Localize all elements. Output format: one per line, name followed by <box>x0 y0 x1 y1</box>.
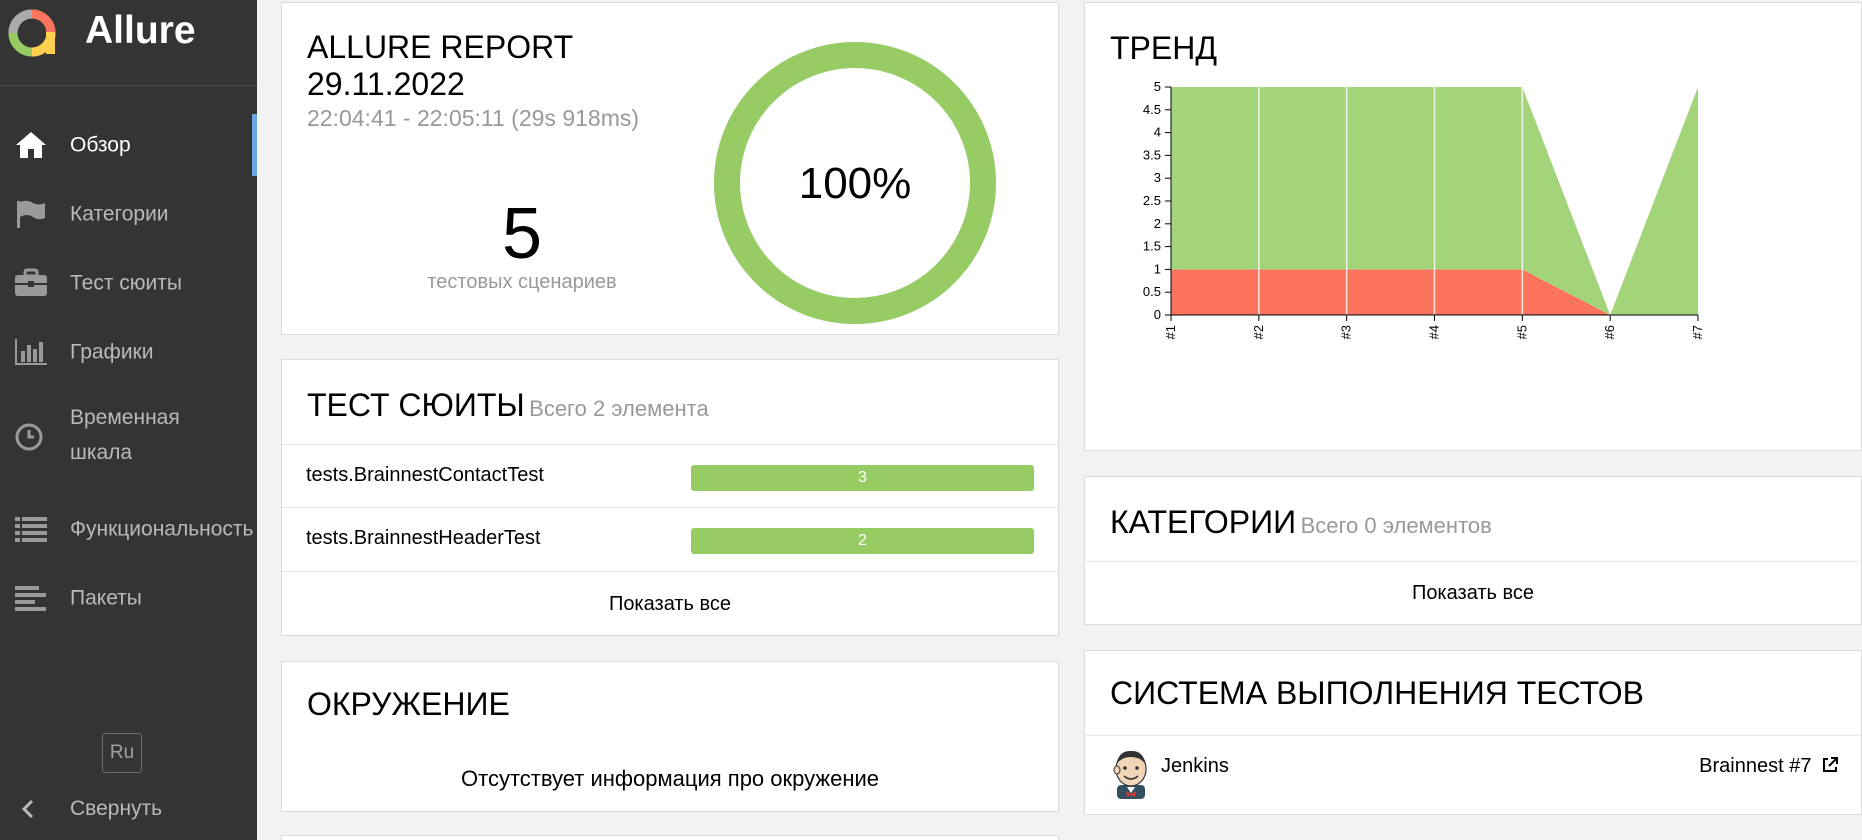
test-count: 5 <box>501 194 543 274</box>
report-time-range: 22:04:41 - 22:05:11 (29s 918ms) <box>307 105 640 131</box>
trend-y-tick-label: 0 <box>1154 307 1161 322</box>
briefcase-icon <box>15 268 47 296</box>
categories-subtitle: Всего 0 элементов <box>1300 513 1492 538</box>
sidebar-item-packages[interactable]: Пакеты <box>0 567 257 629</box>
sidebar-item-timeline[interactable]: Временная шкала <box>0 400 257 480</box>
success-donut[interactable]: 100% <box>713 41 997 325</box>
sidebar-item-label: Графики <box>70 340 154 364</box>
sidebar-item-categories[interactable]: Категории <box>0 183 257 245</box>
trend-y-tick-label: 3 <box>1154 170 1161 185</box>
executor-name: Jenkins <box>1161 755 1229 777</box>
sidebar-item-label: Функциональность <box>70 517 254 541</box>
trend-x-tick-label: #5 <box>1514 325 1529 339</box>
trend-y-tick-label: 3.5 <box>1143 147 1161 162</box>
brand[interactable]: Allure <box>0 0 257 86</box>
summary-card: ALLURE REPORT 29.11.2022 22:04:41 - 22:0… <box>281 2 1059 335</box>
trend-y-tick-label: 2.5 <box>1143 193 1161 208</box>
sidebar-item-suites[interactable]: Тест сюиты <box>0 252 257 314</box>
external-link-icon <box>1823 757 1838 772</box>
language-button[interactable]: Ru <box>102 733 142 773</box>
report-title: ALLURE REPORT 29.11.2022 <box>307 29 574 102</box>
allure-logo-icon <box>8 9 56 57</box>
suites-title: ТЕСТ СЮИТЫ <box>307 387 525 423</box>
suite-name: tests.BrainnestHeaderTest <box>306 527 541 549</box>
sidebar-item-label: Пакеты <box>70 586 142 610</box>
environment-card: ОКРУЖЕНИЕ Отсутствует информация про окр… <box>281 661 1059 812</box>
sidebar-item-overview[interactable]: Обзор <box>0 114 257 176</box>
trend-y-tick-label: 4.5 <box>1143 102 1161 117</box>
executors-title: СИСТЕМА ВЫПОЛНЕНИЯ ТЕСТОВ <box>1110 675 1644 711</box>
divider <box>1085 561 1861 562</box>
categories-title: КАТЕГОРИИ <box>1110 504 1297 540</box>
trend-x-tick-label: #3 <box>1339 325 1354 339</box>
categories-show-all-link[interactable]: Показать все <box>1085 582 1861 605</box>
executor-build-link[interactable]: Brainnest #7 <box>1699 755 1839 778</box>
trend-x-tick-label: #6 <box>1602 325 1617 339</box>
table-row[interactable]: tests.BrainnestContactTest 3 <box>282 444 1058 506</box>
sidebar-item-label: Обзор <box>70 133 131 157</box>
trend-y-tick-label: 1.5 <box>1143 239 1161 254</box>
next-card-edge <box>281 835 1059 840</box>
trend-y-tick-label: 5 <box>1154 79 1161 94</box>
sidebar: Allure Обзор Категории Тест сюиты График… <box>0 0 257 840</box>
trend-x-tick-label: #7 <box>1690 325 1705 339</box>
trend-x-tick-label: #2 <box>1251 325 1266 339</box>
jenkins-icon <box>1113 750 1147 799</box>
brand-name: Allure <box>85 9 196 52</box>
divider <box>1085 735 1861 736</box>
trend-x-tick-label: #1 <box>1163 325 1178 339</box>
suite-name: tests.BrainnestContactTest <box>306 464 544 486</box>
suite-status-bar[interactable]: 2 <box>691 528 1034 554</box>
trend-chart[interactable]: 0 0.5 1 1.5 2 2.5 3 3.5 4 4.5 5 #1 #2 #3 #4 #5 #6 #7 <box>1085 3 1862 452</box>
categories-header: КАТЕГОРИИ Всего 0 элементов <box>1110 504 1492 541</box>
trend-x-tick-label: #4 <box>1427 325 1442 339</box>
suites-subtitle: Всего 2 элемента <box>529 396 709 421</box>
trend-y-tick-label: 2 <box>1154 216 1161 231</box>
suites-card: ТЕСТ СЮИТЫ Всего 2 элемента tests.Brainn… <box>281 359 1059 636</box>
environment-title: ОКРУЖЕНИЕ <box>307 686 510 722</box>
suites-show-all-link[interactable]: Показать все <box>282 593 1058 616</box>
bar-chart-icon <box>15 339 47 365</box>
test-count-label: тестовых сценариев <box>427 271 617 293</box>
align-left-icon <box>15 586 46 611</box>
executors-card: СИСТЕМА ВЫПОЛНЕНИЯ ТЕСТОВ Jenkins Brainn… <box>1084 650 1862 815</box>
suite-status-bar[interactable]: 3 <box>691 465 1034 491</box>
clock-icon <box>15 423 43 451</box>
collapse-label: Свернуть <box>70 797 163 820</box>
divider <box>282 571 1058 572</box>
flag-icon <box>17 200 45 228</box>
chevron-left-icon <box>21 799 34 819</box>
trend-card: ТРЕНД 0 0.5 1 1.5 2 2.5 3 3.5 4 4.5 5 #1 #2 #3 #4 #5 #6 #… <box>1084 2 1862 451</box>
trend-y-tick-label: 0.5 <box>1143 284 1161 299</box>
suites-header: ТЕСТ СЮИТЫ Всего 2 элемента <box>307 387 709 424</box>
collapse-button[interactable]: Свернуть <box>0 788 257 830</box>
list-icon <box>15 517 47 542</box>
sidebar-item-label: Временная шкала <box>70 406 180 464</box>
sidebar-item-label: Тест сюиты <box>70 271 182 295</box>
sidebar-item-label: Категории <box>70 202 169 226</box>
executor-build-label: Brainnest #7 <box>1699 755 1812 777</box>
sidebar-item-behaviors[interactable]: Функциональность <box>0 498 257 560</box>
categories-card: КАТЕГОРИИ Всего 0 элементов Показать все <box>1084 476 1862 625</box>
trend-y-tick-label: 4 <box>1154 125 1161 140</box>
trend-y-tick-label: 1 <box>1154 261 1161 276</box>
table-row[interactable]: tests.BrainnestHeaderTest 2 <box>282 507 1058 569</box>
sidebar-item-graphs[interactable]: Графики <box>0 321 257 383</box>
home-icon <box>16 132 46 158</box>
environment-empty-text: Отсутствует информация про окружение <box>461 766 879 791</box>
success-rate: 100% <box>799 159 912 208</box>
